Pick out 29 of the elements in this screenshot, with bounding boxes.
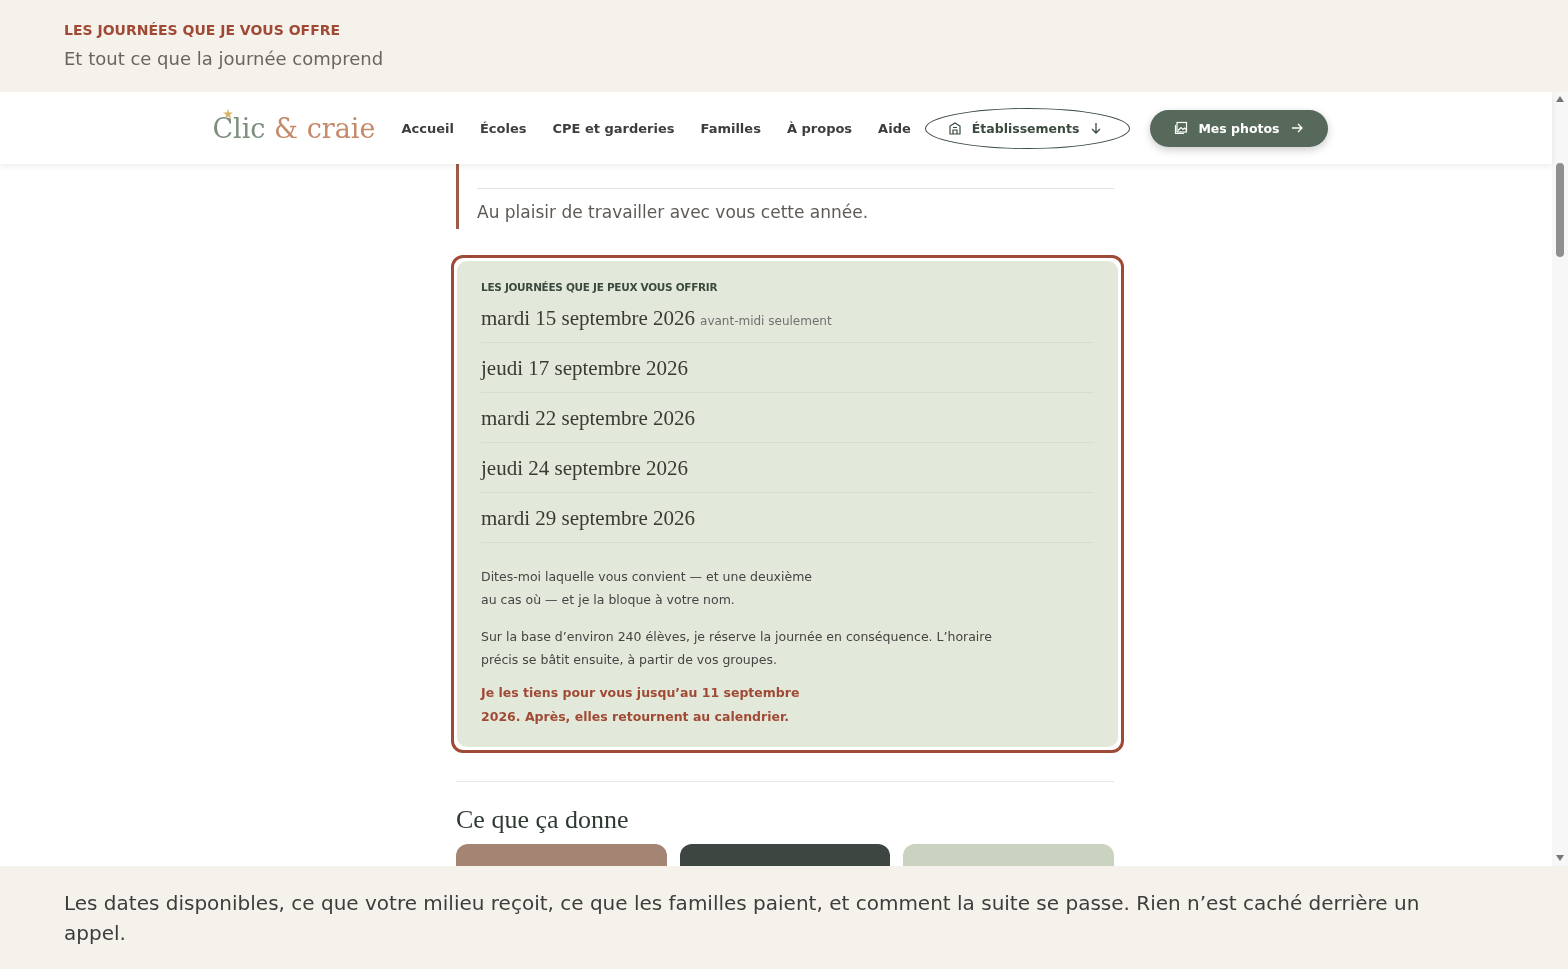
nav-link[interactable]: Aide (878, 120, 911, 136)
building-icon (947, 121, 962, 135)
date-text: jeudi 24 septembre 2026 (481, 456, 689, 481)
quote-text: Au plaisir de travailler avec vous cette année. (477, 188, 1114, 229)
date-text: mardi 29 septembre 2026 (481, 506, 696, 531)
gallery-title: Ce que ça donne (456, 804, 630, 836)
card-paragraph: Dites-moi laquelle vous convient — et une deuxième au cas où — et je la bloque à votre nom. (481, 568, 814, 609)
date-text: mardi 22 septembre 2026 (481, 406, 696, 431)
section-subtitle: Et tout ce que la journée comprend (64, 48, 385, 69)
scrollbar-thumb[interactable] (1556, 163, 1564, 257)
scroll-down-icon[interactable] (1555, 854, 1565, 862)
date-text: mardi 15 septembre 2026 (481, 306, 696, 331)
date-text: jeudi 17 septembre 2026 (481, 356, 689, 381)
card-heading: LES JOURNÉES QUE JE PEUX VOUS OFFRIR (481, 281, 719, 293)
date-note: avant-midi seulement (700, 314, 832, 328)
arrow-right-icon (1289, 121, 1304, 135)
nav-link[interactable]: Écoles (479, 120, 527, 136)
nav-link[interactable]: Accueil (401, 120, 454, 136)
card-paragraph: Sur la base d’environ 240 élèves, je réserve la journée en conséquence. L’horaire précis se bâtit ensuite, à partir de vos groupes. (481, 628, 993, 669)
nav-link[interactable]: À propos (786, 120, 853, 136)
establishments-button[interactable]: Établissements (924, 107, 1131, 149)
photo-icon (1174, 121, 1189, 135)
nav-link[interactable]: Familles (700, 120, 761, 136)
summary-text: Les dates disponibles, ce que votre milieu reçoit, ce que les familles paient, et comment la suite se passe. Rien n’est caché derrière un appel. (64, 890, 1421, 947)
my-photos-button[interactable]: Mes photos (1150, 109, 1328, 147)
deadline-text: Je les tiens pour vous jusqu’au 11 septembre 2026. Après, elles retournent au calendrier. (481, 684, 801, 726)
nav-link[interactable]: CPE et garderies (552, 120, 675, 136)
scroll-up-icon[interactable] (1555, 95, 1565, 103)
section-eyebrow: LES JOURNÉES QUE JE VOUS OFFRE (64, 22, 342, 38)
